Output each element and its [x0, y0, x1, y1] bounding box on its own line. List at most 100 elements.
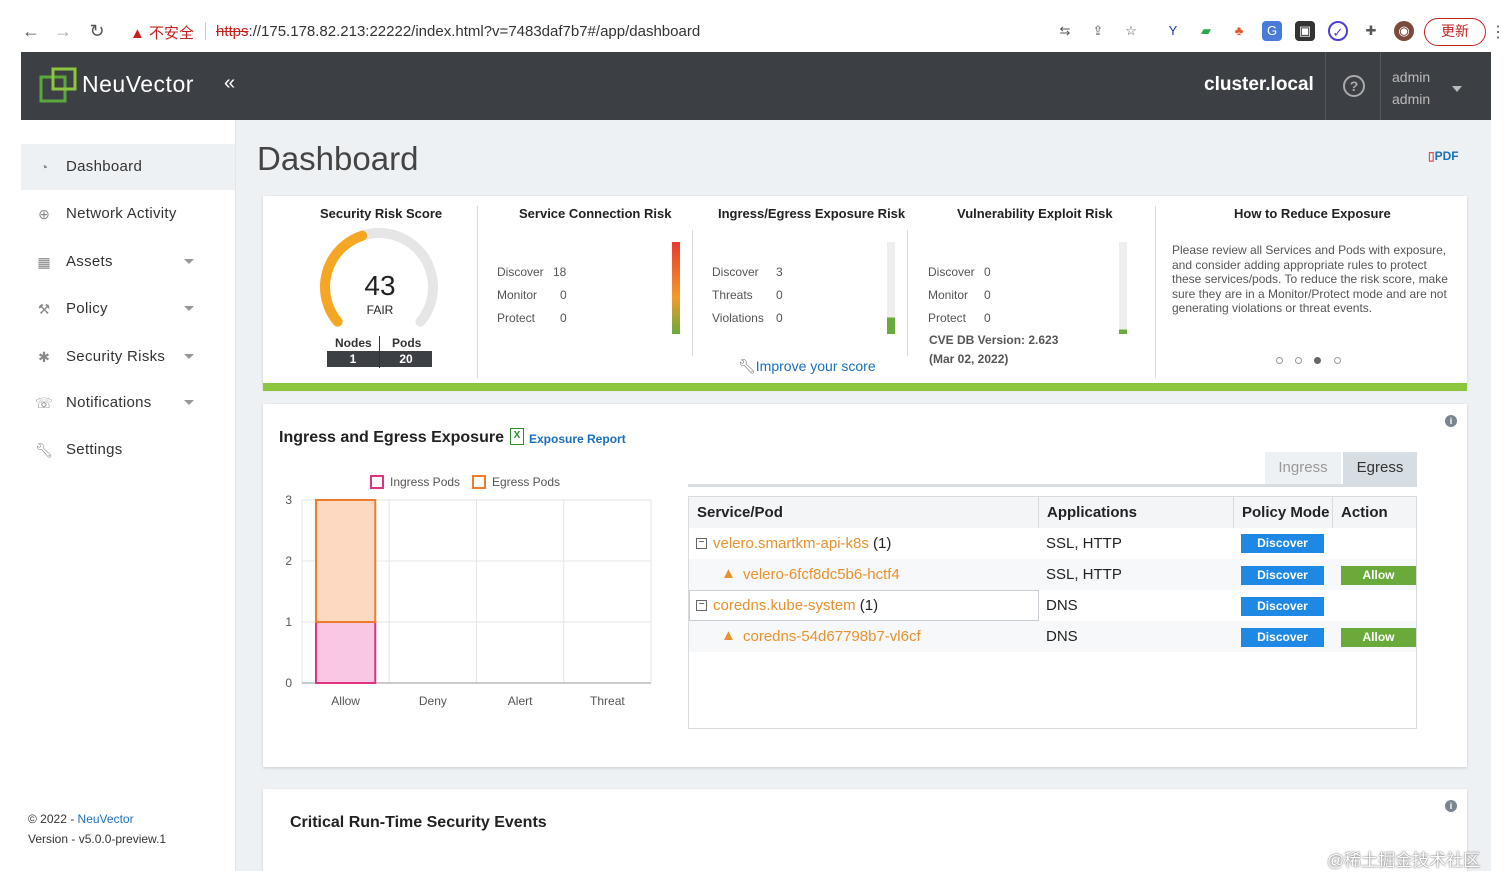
sidebar-item-policy[interactable]: ⚒ Policy	[21, 286, 235, 332]
url-divider	[205, 22, 206, 40]
stat-label: Discover	[712, 265, 759, 279]
chart-y-tick-label: 1	[285, 615, 292, 629]
risk-divider	[907, 230, 908, 356]
sidebar-item-notifications[interactable]: ☏ Notifications	[21, 380, 235, 426]
extension-icon[interactable]: ✓	[1328, 21, 1348, 41]
column-header-policy-mode[interactable]: Policy Mode	[1234, 497, 1333, 528]
info-icon[interactable]: i	[1445, 415, 1457, 427]
back-icon[interactable]: ←	[20, 20, 42, 42]
pod-name-cell[interactable]: velero-6fcf8dc5b6-hctf4	[743, 559, 900, 590]
address-bar[interactable]: https://175.178.82.213:22222/index.html?…	[216, 23, 700, 40]
url-rest: ://175.178.82.213:22222/index.html?v=748…	[248, 23, 701, 40]
chevron-down-icon	[184, 259, 194, 264]
extension-icon[interactable]: ♣	[1229, 21, 1249, 41]
insecure-warning[interactable]: ▲ 不安全	[130, 22, 194, 43]
service-risk-meter	[672, 242, 680, 334]
tab-underline	[688, 484, 1417, 487]
puzzle-icon[interactable]: ✚	[1361, 21, 1381, 41]
column-header-action[interactable]: Action	[1333, 497, 1416, 528]
chart-x-tick-label: Threat	[590, 694, 625, 708]
improve-score-link[interactable]: 🔧︎Improve your score	[738, 358, 876, 375]
warning-icon: ▲	[721, 627, 736, 644]
stat-label: Discover	[928, 265, 975, 279]
carousel-dot[interactable]	[1334, 357, 1341, 364]
info-icon[interactable]: i	[1445, 800, 1457, 812]
sidebar-item-security-risks[interactable]: ✱ Security Risks	[21, 334, 235, 380]
stat-label: Violations	[712, 311, 764, 325]
reload-icon[interactable]: ↻	[86, 20, 108, 42]
copyright: © 2022 - NeuVector	[28, 812, 134, 826]
sidebar-item-settings[interactable]: 🔧︎ Settings	[21, 427, 235, 473]
forward-icon[interactable]: →	[52, 20, 74, 42]
copyright-text: © 2022 -	[28, 812, 78, 826]
collapse-row-icon[interactable]: −	[696, 600, 707, 611]
sidebar-item-dashboard[interactable]: ◔ Dashboard	[21, 144, 235, 190]
sidebar-item-network-activity[interactable]: ⊕ Network Activity	[21, 191, 235, 237]
carousel-dot[interactable]	[1295, 357, 1302, 364]
nodes-label: Nodes	[335, 336, 372, 350]
chart-x-tick-label: Deny	[419, 694, 447, 708]
kebab-menu-icon[interactable]: ⋮	[1490, 22, 1506, 42]
collapse-row-icon[interactable]: −	[696, 538, 707, 549]
update-button[interactable]: 更新	[1424, 18, 1486, 46]
header-divider	[1380, 52, 1381, 120]
table-row[interactable]	[1039, 590, 1416, 621]
stat-value: 0	[560, 288, 567, 302]
service-name-cell[interactable]: coredns.kube-system (1)	[713, 590, 878, 621]
policy-mode-badge: Discover	[1241, 534, 1324, 553]
chart-x-ticks: Allow Deny Alert Threat	[331, 694, 625, 708]
legend-label: Ingress Pods	[390, 475, 460, 489]
stat-label: Threats	[712, 288, 753, 302]
share-icon[interactable]: ⇪	[1088, 21, 1108, 41]
bug-icon: ✱	[38, 349, 50, 365]
extension-icon[interactable]: Y	[1163, 21, 1183, 41]
cubes-icon: ▦	[37, 254, 51, 270]
help-icon[interactable]: ?	[1343, 75, 1365, 97]
insecure-label: 不安全	[149, 25, 195, 42]
cluster-name[interactable]: cluster.local	[1204, 74, 1314, 96]
column-header-applications[interactable]: Applications	[1039, 497, 1234, 528]
pod-name-cell[interactable]: coredns-54d67798b7-vl6cf	[743, 621, 921, 652]
chart-y-ticks: 0 1 2 3	[285, 493, 292, 690]
exposure-bar-chart: 0 1 2 3 Allow Deny Alert Threat Ingress Pods Eg…	[285, 475, 652, 708]
extension-icon[interactable]: ▣	[1295, 21, 1315, 41]
user-role[interactable]: admin	[1392, 69, 1430, 85]
user-name[interactable]: admin	[1392, 91, 1430, 107]
exposure-title: Ingress and Egress Exposure	[279, 429, 504, 446]
sidebar-item-label: Notifications	[66, 394, 152, 411]
sidebar-item-assets[interactable]: ▦ Assets	[21, 239, 235, 285]
neuvector-link[interactable]: NeuVector	[78, 812, 134, 826]
profile-avatar[interactable]: ◉	[1394, 21, 1414, 41]
chevron-down-icon	[184, 354, 194, 359]
carousel-dot-active[interactable]	[1314, 357, 1321, 364]
legend-label: Egress Pods	[492, 475, 560, 489]
exposure-report-link[interactable]: Exposure Report	[529, 432, 626, 446]
wrench-icon: 🔧︎	[35, 442, 53, 458]
pdf-export-button[interactable]: ▯PDF	[1428, 149, 1459, 163]
chart-y-tick-label: 2	[285, 554, 292, 568]
extension-icon[interactable]: ▰	[1196, 21, 1216, 41]
sidebar-item-label: Security Risks	[66, 348, 166, 365]
improve-score-label: Improve your score	[755, 358, 876, 374]
stat-value: 0	[984, 288, 991, 302]
service-name[interactable]: coredns.kube-system	[713, 597, 856, 614]
stat-value: 18	[553, 265, 567, 279]
user-menu-caret-icon[interactable]	[1452, 86, 1462, 92]
tab-egress[interactable]: Egress	[1343, 452, 1417, 484]
translate-icon[interactable]: ⇆	[1055, 21, 1075, 41]
ingress-egress-risk-title: Ingress/Egress Exposure Risk	[718, 206, 906, 221]
sidebar-item-label: Settings	[66, 441, 123, 458]
bookmark-star-icon[interactable]: ☆	[1121, 21, 1141, 41]
reduce-exposure-text: Please review all Services and Pods with…	[1172, 243, 1448, 315]
google-translate-icon[interactable]: G	[1262, 21, 1282, 41]
column-header-service-pod[interactable]: Service/Pod	[689, 497, 1039, 528]
pods-count: 20	[380, 351, 432, 367]
collapse-sidebar-icon[interactable]: «	[224, 72, 235, 95]
tab-ingress[interactable]: Ingress	[1265, 452, 1341, 484]
excel-icon[interactable]: X	[510, 428, 524, 445]
carousel-dot[interactable]	[1276, 357, 1283, 364]
policy-mode-badge: Discover	[1241, 566, 1324, 585]
service-name-cell[interactable]: velero.smartkm-api-k8s (1)	[713, 528, 891, 559]
service-name[interactable]: velero.smartkm-api-k8s	[713, 535, 869, 552]
vulnerability-risk-meter	[1119, 242, 1127, 334]
